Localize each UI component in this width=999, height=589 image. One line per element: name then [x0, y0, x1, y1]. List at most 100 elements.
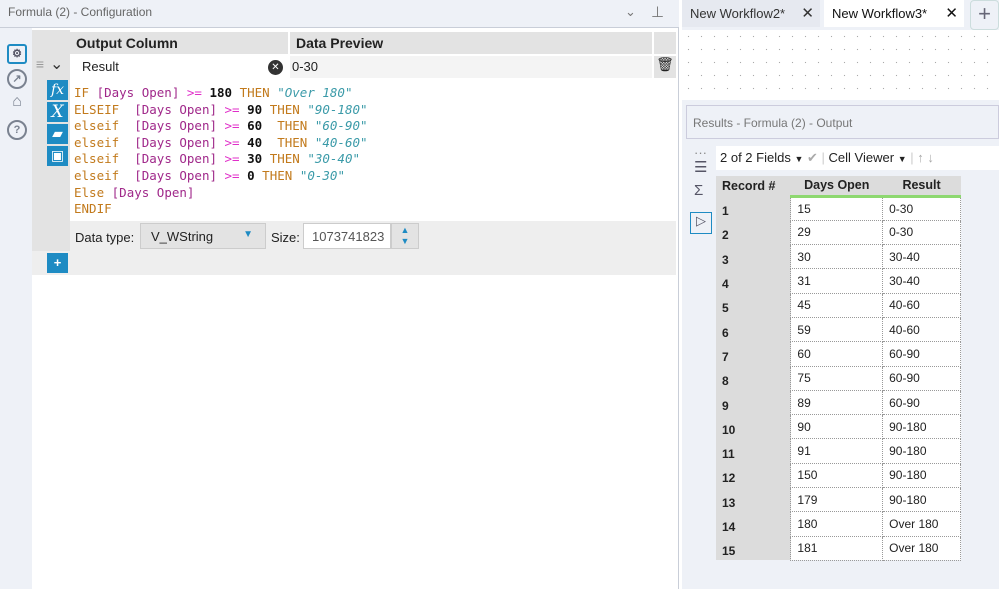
result-cell[interactable]: 90-180 [882, 487, 961, 513]
chevron-down-icon[interactable]: ⌄ [625, 4, 636, 20]
trash-icon[interactable]: 🗑 [654, 56, 676, 78]
result-cell[interactable]: 90-180 [882, 438, 961, 464]
gear-icon[interactable]: ⚙ [7, 44, 27, 64]
days-open-cell[interactable]: 45 [790, 292, 884, 318]
formula-editor[interactable]: IF [Days Open] >= 180 THEN "Over 180" ELS… [74, 85, 652, 217]
function-icon[interactable]: fx [47, 80, 68, 100]
days-open-cell[interactable]: 31 [790, 268, 884, 294]
drag-handle[interactable]: ≡ [32, 56, 48, 78]
save-icon[interactable]: ▣ [47, 146, 68, 166]
result-cell[interactable]: 60-90 [882, 341, 961, 367]
new-tab-button[interactable]: + [970, 0, 999, 30]
clear-icon[interactable]: ✕ [268, 60, 283, 75]
result-cell[interactable]: 0-30 [882, 195, 961, 221]
tab-new-workflow3[interactable]: New Workflow3* ✕ [824, 0, 964, 27]
table-row[interactable]: 11 91 90-180 [716, 438, 961, 464]
days-open-cell[interactable]: 180 [790, 511, 884, 537]
open-folder-icon[interactable]: ▰ [47, 124, 68, 144]
formula-line: Else [Days Open] [74, 185, 652, 202]
connection-icon[interactable]: ↗ [7, 69, 27, 89]
table-row[interactable]: 5 45 40-60 [716, 292, 961, 318]
days-open-cell[interactable]: 15 [790, 195, 884, 221]
column-header-days-open[interactable]: Days Open [790, 176, 883, 198]
check-icon[interactable]: ✔ [807, 150, 818, 165]
variable-icon[interactable]: X [47, 102, 68, 122]
table-row[interactable]: 10 90 90-180 [716, 414, 961, 440]
table-row[interactable]: 14 180 Over 180 [716, 511, 961, 537]
column-header-record[interactable]: Record # [716, 176, 791, 196]
result-cell[interactable]: 40-60 [882, 316, 961, 343]
days-open-cell[interactable]: 90 [790, 414, 884, 440]
days-open-cell[interactable]: 89 [790, 389, 884, 416]
fields-select[interactable]: 2 of 2 Fields [720, 150, 791, 165]
list-icon[interactable]: ☰ [694, 158, 707, 176]
formula-line: elseif [Days Open] >= 40 THEN "40-60" [74, 135, 652, 152]
data-type-select[interactable]: V_WString ▼ [140, 223, 266, 249]
tag-view-icon[interactable]: ▷ [690, 212, 712, 234]
result-cell[interactable]: 60-90 [882, 389, 961, 416]
help-icon[interactable]: ? [7, 120, 27, 140]
result-cell[interactable]: 0-30 [882, 219, 961, 246]
arrow-up-icon[interactable]: ↑ [917, 150, 924, 165]
tab-label: New Workflow3* [832, 6, 928, 21]
days-open-cell[interactable]: 179 [790, 487, 884, 513]
formula-line: elseif [Days Open] >= 0 THEN "0-30" [74, 168, 652, 185]
days-open-cell[interactable]: 30 [790, 244, 884, 270]
data-preview-value: 0-30 [290, 56, 652, 78]
size-stepper[interactable]: ▲ ▼ [391, 223, 419, 249]
size-input[interactable]: 1073741823 [303, 223, 391, 249]
workflow-area: New Workflow2* ✕ New Workflow3* ✕ + Result… [682, 0, 999, 589]
result-cell[interactable]: Over 180 [882, 511, 961, 537]
days-open-cell[interactable]: 60 [790, 341, 884, 367]
close-icon[interactable]: ✕ [801, 4, 814, 22]
formula-token: IF [74, 85, 97, 100]
days-open-cell[interactable]: 59 [790, 316, 884, 343]
table-row[interactable]: 13 179 90-180 [716, 487, 961, 513]
tag-icon[interactable]: ⌂ [7, 94, 27, 114]
table-row[interactable]: 9 89 60-90 [716, 389, 961, 416]
sigma-icon[interactable]: Σ [694, 182, 703, 199]
record-number: 7 [716, 341, 791, 367]
days-open-cell[interactable]: 150 [790, 462, 884, 489]
days-open-cell[interactable]: 29 [790, 219, 884, 246]
data-preview-header: Data Preview [290, 32, 652, 54]
table-row[interactable]: 7 60 60-90 [716, 341, 961, 367]
result-cell[interactable]: 90-180 [882, 414, 961, 440]
record-number: 5 [716, 293, 791, 318]
cell-viewer-select[interactable]: Cell Viewer [829, 150, 895, 165]
table-row[interactable]: 8 75 60-90 [716, 365, 961, 391]
collapse-chevron-icon[interactable]: ⌄ [50, 54, 63, 74]
arrow-down-icon[interactable]: ↓ [927, 150, 934, 165]
result-cell[interactable]: 90-180 [882, 462, 961, 489]
data-type-value: V_WString [151, 229, 214, 244]
days-open-cell[interactable]: 75 [790, 365, 884, 391]
result-cell[interactable]: 30-40 [882, 244, 961, 270]
tab-new-workflow2[interactable]: New Workflow2* ✕ [682, 0, 820, 27]
formula-token: 60 [247, 118, 278, 134]
result-cell[interactable]: 60-90 [882, 365, 961, 391]
table-row[interactable]: 1 15 0-30 [716, 195, 961, 221]
record-number: 4 [716, 268, 791, 294]
formula-token: [Days Open] [111, 184, 195, 200]
table-row[interactable]: 4 31 30-40 [716, 268, 961, 294]
days-open-cell[interactable]: 91 [790, 438, 884, 464]
table-row[interactable]: 2 29 0-30 [716, 219, 961, 246]
table-row[interactable]: 12 150 90-180 [716, 462, 961, 489]
add-field-button[interactable]: + [47, 253, 68, 273]
output-field-input[interactable]: Result [72, 56, 288, 78]
column-header-result[interactable]: Result [882, 176, 961, 198]
workflow-canvas[interactable] [682, 30, 999, 100]
table-row[interactable]: 6 59 40-60 [716, 316, 961, 343]
days-open-cell[interactable]: 181 [790, 535, 884, 561]
result-cell[interactable]: Over 180 [882, 535, 961, 561]
table-row[interactable]: 3 30 30-40 [716, 244, 961, 270]
pin-icon[interactable]: ⊥ [651, 3, 664, 21]
result-cell[interactable]: 40-60 [882, 292, 961, 318]
close-icon[interactable]: ✕ [945, 4, 958, 22]
formula-token: "Over 180" [277, 85, 353, 100]
formula-token: elseif [74, 167, 135, 183]
record-number: 6 [716, 317, 791, 342]
table-row[interactable]: 15 181 Over 180 [716, 535, 961, 561]
result-cell[interactable]: 30-40 [882, 268, 961, 294]
results-title: Results - Formula (2) - Output [686, 105, 999, 139]
